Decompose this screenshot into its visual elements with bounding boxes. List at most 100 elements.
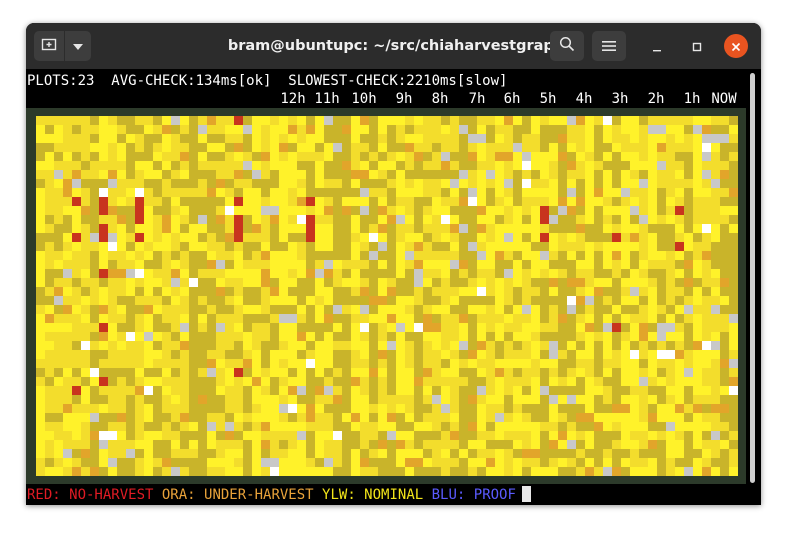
heatmap-cell	[180, 269, 189, 278]
heatmap-cell	[522, 224, 531, 233]
heatmap-cell	[252, 233, 261, 242]
maximize-button[interactable]	[685, 34, 709, 58]
heatmap-cell	[243, 251, 252, 260]
heatmap-cell	[414, 269, 423, 278]
heatmap-cell	[522, 134, 531, 143]
heatmap-cell	[450, 323, 459, 332]
heatmap-cell	[81, 251, 90, 260]
heatmap-cell	[711, 467, 720, 476]
heatmap-cell	[549, 170, 558, 179]
heatmap-cell	[63, 386, 72, 395]
heatmap-cell	[594, 413, 603, 422]
heatmap-cell	[396, 152, 405, 161]
heatmap-cell	[576, 296, 585, 305]
heatmap-cell	[468, 233, 477, 242]
new-tab-button[interactable]	[34, 31, 64, 61]
heatmap-cell	[324, 350, 333, 359]
heatmap-cell	[162, 188, 171, 197]
heatmap-cell	[144, 242, 153, 251]
heatmap-cell	[666, 296, 675, 305]
heatmap-cell	[234, 377, 243, 386]
heatmap-cell	[693, 188, 702, 197]
heatmap-cell	[603, 422, 612, 431]
heatmap-cell	[171, 143, 180, 152]
heatmap-cell	[684, 215, 693, 224]
heatmap-cell	[333, 440, 342, 449]
heatmap-cell	[459, 305, 468, 314]
heatmap-cell	[576, 125, 585, 134]
heatmap-cell	[639, 431, 648, 440]
heatmap-cell	[495, 395, 504, 404]
heatmap-cell	[45, 179, 54, 188]
heatmap-cell	[621, 350, 630, 359]
search-button[interactable]	[550, 31, 584, 61]
heatmap-cell	[81, 314, 90, 323]
heatmap-cell	[666, 467, 675, 476]
heatmap-cell	[585, 296, 594, 305]
heatmap-cell	[558, 458, 567, 467]
heatmap-cell	[117, 305, 126, 314]
heatmap-cell	[621, 197, 630, 206]
heatmap-cell	[288, 179, 297, 188]
heatmap-cell	[567, 323, 576, 332]
heatmap-cell	[675, 152, 684, 161]
heatmap-cell	[315, 368, 324, 377]
heatmap-cell	[558, 467, 567, 476]
menu-button[interactable]	[592, 31, 626, 61]
heatmap-cell	[63, 143, 72, 152]
heatmap-cell	[207, 242, 216, 251]
heatmap-cell	[468, 413, 477, 422]
terminal-area[interactable]: PLOTS:23 AVG-CHECK:134ms[ok] SLOWEST-CHE…	[26, 69, 761, 505]
heatmap-cell	[693, 143, 702, 152]
heatmap-cell	[513, 323, 522, 332]
heatmap-cell	[45, 161, 54, 170]
heatmap-cell	[126, 188, 135, 197]
heatmap-cell	[396, 467, 405, 476]
heatmap-cell	[405, 206, 414, 215]
heatmap-cell	[279, 125, 288, 134]
heatmap-cell	[441, 125, 450, 134]
heatmap-cell	[153, 260, 162, 269]
heatmap-cell	[612, 341, 621, 350]
heatmap-cell	[441, 179, 450, 188]
heatmap-cell	[72, 350, 81, 359]
scrollbar[interactable]	[750, 73, 755, 483]
heatmap-cell	[72, 404, 81, 413]
heatmap-cell	[189, 143, 198, 152]
heatmap-cell	[540, 341, 549, 350]
heatmap-cell	[252, 440, 261, 449]
heatmap-cell	[648, 440, 657, 449]
heatmap-cell	[342, 143, 351, 152]
heatmap-cell	[450, 422, 459, 431]
heatmap-cell	[198, 269, 207, 278]
minimize-button[interactable]	[645, 34, 669, 58]
tab-menu-button[interactable]	[65, 31, 91, 61]
heatmap-cell	[216, 251, 225, 260]
heatmap-cell	[360, 314, 369, 323]
close-button[interactable]	[724, 34, 748, 58]
heatmap-cell	[225, 323, 234, 332]
heatmap-cell	[261, 377, 270, 386]
heatmap-cell	[504, 296, 513, 305]
heatmap-cell	[558, 314, 567, 323]
heatmap-cell	[288, 431, 297, 440]
heatmap-cell	[702, 134, 711, 143]
heatmap-cell	[378, 116, 387, 125]
heatmap-cell	[45, 422, 54, 431]
heatmap-cell	[270, 143, 279, 152]
heatmap-cell	[225, 368, 234, 377]
heatmap-cell	[369, 197, 378, 206]
heatmap-cell	[108, 449, 117, 458]
heatmap-cell	[270, 386, 279, 395]
heatmap-cell	[72, 449, 81, 458]
heatmap-cell	[270, 332, 279, 341]
heatmap-cell	[306, 116, 315, 125]
heatmap-cell	[567, 395, 576, 404]
heatmap-cell	[225, 161, 234, 170]
heatmap-cell	[378, 134, 387, 143]
heatmap-cell	[108, 341, 117, 350]
heatmap-cell	[81, 413, 90, 422]
heatmap-cell	[72, 386, 81, 395]
heatmap-cell	[171, 134, 180, 143]
heatmap-cell	[585, 206, 594, 215]
